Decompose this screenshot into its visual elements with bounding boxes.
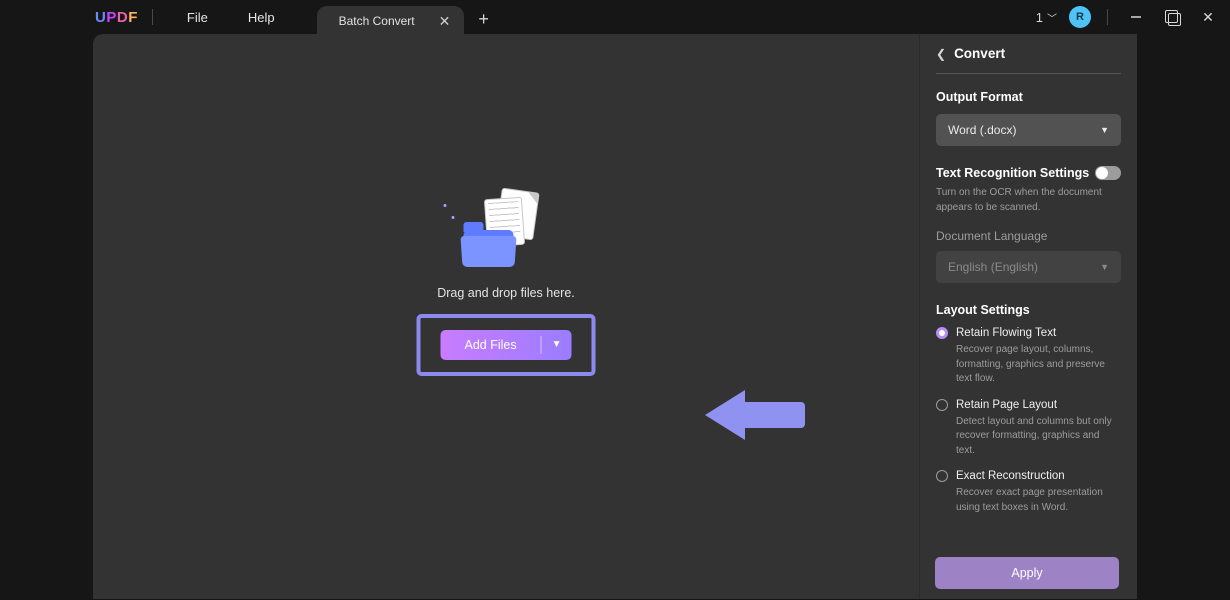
radio-retain-flowing-text[interactable]: Retain Flowing Text xyxy=(936,327,1121,339)
drop-hint-text: Drag and drop files here. xyxy=(416,286,595,300)
add-files-highlight: Add Files ▼ xyxy=(416,314,595,376)
window-counter[interactable]: 1 ﹀ xyxy=(1036,10,1057,25)
chevron-down-icon: ▼ xyxy=(1100,125,1109,135)
layout-settings-title: Layout Settings xyxy=(936,303,1121,317)
radio-label: Exact Reconstruction xyxy=(956,470,1065,482)
apply-button[interactable]: Apply xyxy=(935,557,1119,589)
app-window: Drag and drop files here. Add Files ▼ ❮ … xyxy=(93,34,1137,599)
counter-value: 1 xyxy=(1036,10,1043,25)
radio-icon xyxy=(936,470,948,482)
menu-help[interactable]: Help xyxy=(248,10,275,25)
panel-header: ❮ Convert xyxy=(936,46,1121,74)
chevron-down-icon: ▼ xyxy=(1100,262,1109,272)
title-bar: UPDF File Help Batch Convert ✕ + 1 ﹀ R ✕ xyxy=(0,0,1230,34)
drop-zone: Drag and drop files here. Add Files ▼ xyxy=(416,190,595,376)
user-avatar[interactable]: R xyxy=(1069,6,1091,28)
new-tab-button[interactable]: + xyxy=(478,9,489,30)
radio-exact-reconstruction[interactable]: Exact Reconstruction xyxy=(936,470,1121,482)
copies-icon xyxy=(1165,10,1179,24)
text-recognition-title: Text Recognition Settings xyxy=(936,166,1089,180)
panel-title: Convert xyxy=(954,46,1005,61)
opt3-help: Recover exact page presentation using te… xyxy=(956,486,1121,515)
chevron-down-icon: ﹀ xyxy=(1047,10,1057,25)
opt2-help: Detect layout and columns but only recov… xyxy=(956,415,1121,459)
chevron-down-icon[interactable]: ▼ xyxy=(542,339,572,350)
output-format-select[interactable]: Word (.docx) ▼ xyxy=(936,114,1121,146)
ocr-help-text: Turn on the OCR when the document appear… xyxy=(936,186,1121,215)
add-files-label: Add Files xyxy=(440,338,540,352)
radio-label: Retain Page Layout xyxy=(956,399,1057,411)
add-files-button[interactable]: Add Files ▼ xyxy=(440,330,571,360)
convert-panel: ❮ Convert Output Format Word (.docx) ▼ T… xyxy=(919,34,1137,599)
close-window-button[interactable]: ✕ xyxy=(1196,5,1220,29)
maximize-button[interactable] xyxy=(1160,5,1184,29)
radio-icon xyxy=(936,327,948,339)
radio-label: Retain Flowing Text xyxy=(956,327,1056,339)
divider xyxy=(1107,9,1108,25)
back-icon[interactable]: ❮ xyxy=(936,47,946,61)
arrow-annotation xyxy=(705,390,805,440)
drop-canvas[interactable]: Drag and drop files here. Add Files ▼ xyxy=(93,34,919,599)
radio-retain-page-layout[interactable]: Retain Page Layout xyxy=(936,399,1121,411)
ocr-toggle[interactable] xyxy=(1095,166,1121,180)
folder-illustration xyxy=(461,190,551,272)
radio-icon xyxy=(936,399,948,411)
document-language-value: English (English) xyxy=(948,260,1038,274)
divider xyxy=(152,9,153,25)
output-format-value: Word (.docx) xyxy=(948,123,1016,137)
tab-batch-convert[interactable]: Batch Convert ✕ xyxy=(317,6,465,36)
document-language-title: Document Language xyxy=(936,229,1121,243)
output-format-title: Output Format xyxy=(936,90,1121,104)
close-tab-icon[interactable]: ✕ xyxy=(439,14,451,28)
app-logo: UPDF xyxy=(95,9,138,26)
opt1-help: Recover page layout, columns, formatting… xyxy=(956,343,1121,387)
tab-title: Batch Convert xyxy=(339,14,415,28)
menu-file[interactable]: File xyxy=(187,10,208,25)
document-language-select: English (English) ▼ xyxy=(936,251,1121,283)
minimize-button[interactable] xyxy=(1124,5,1148,29)
